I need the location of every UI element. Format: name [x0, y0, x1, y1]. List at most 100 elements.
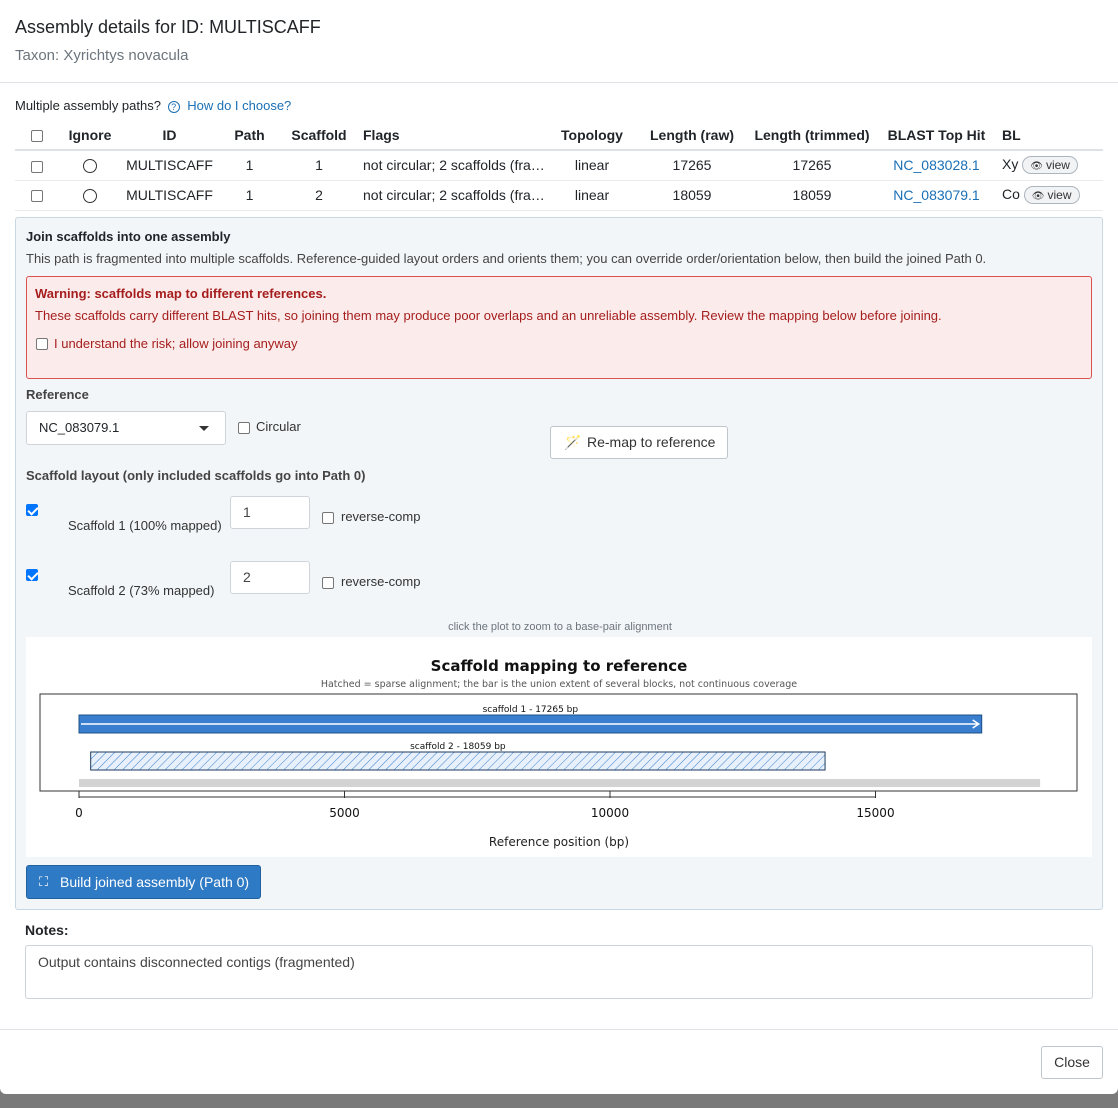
- modal-footer: Close: [0, 1029, 1118, 1093]
- reverse-comp-label: reverse-comp: [341, 574, 421, 589]
- table-row: MULTISCAFF 1 2 not circular; 2 scaffolds…: [15, 180, 1103, 211]
- blast-hit-link[interactable]: NC_083079.1: [893, 187, 979, 203]
- scaffold-order-input[interactable]: 1: [230, 496, 310, 529]
- length-trimmed-cell: 18059: [750, 180, 874, 211]
- reference-select[interactable]: NC_083079.1: [26, 411, 226, 445]
- allow-joining-checkbox[interactable]: [36, 338, 48, 350]
- x-tick-label: 5000: [329, 806, 360, 820]
- reference-select-value: NC_083079.1: [39, 420, 120, 435]
- scaffold-cell: 2: [281, 180, 357, 211]
- scaffold-label: Scaffold 1 (100% mapped): [68, 518, 222, 533]
- include-scaffold-checkbox[interactable]: [26, 504, 38, 516]
- view-button[interactable]: 👁 view: [1022, 156, 1078, 175]
- include-scaffold-checkbox[interactable]: [26, 569, 38, 581]
- how-do-i-choose-link[interactable]: How do I choose?: [187, 98, 291, 113]
- close-button[interactable]: Close: [1041, 1046, 1103, 1079]
- reference-warning: Warning: scaffolds map to different refe…: [26, 276, 1092, 379]
- join-title: Join scaffolds into one assembly: [26, 229, 231, 244]
- blast-hit-cell: NC_083028.1: [874, 150, 999, 181]
- row-select-checkbox[interactable]: [31, 160, 43, 173]
- x-axis-label: Reference position (bp): [489, 835, 629, 849]
- col-bl[interactable]: BL: [999, 120, 1103, 151]
- flags-cell: not circular; 2 scaffolds (fra…: [357, 180, 550, 211]
- scaffold-layout-title: Scaffold layout (only included scaffolds…: [26, 468, 366, 483]
- col-id[interactable]: ID: [121, 120, 218, 151]
- ignore-cell: [59, 180, 121, 211]
- scaffold-mapping-plot[interactable]: Scaffold mapping to reference Hatched = …: [26, 637, 1092, 857]
- allow-joining-label: I understand the risk; allow joining any…: [54, 336, 298, 351]
- blast-hit-link[interactable]: NC_083028.1: [893, 157, 979, 173]
- blast-hit-cell: NC_083079.1: [874, 180, 999, 211]
- mapping-chart-svg[interactable]: Scaffold mapping to reference Hatched = …: [26, 637, 1092, 857]
- plot-hint: click the plot to zoom to a base-pair al…: [448, 621, 672, 633]
- col-flags[interactable]: Flags: [357, 120, 550, 151]
- reverse-comp-checkbox[interactable]: [322, 512, 334, 524]
- bar-label: scaffold 2 - 18059 bp: [410, 742, 506, 752]
- reverse-comp-control[interactable]: reverse-comp: [322, 574, 420, 589]
- assembly-details-modal: Assembly details for ID: MULTISCAFF Taxo…: [0, 0, 1118, 1094]
- notes-label: Notes:: [25, 922, 69, 938]
- scaffold-row: Scaffold 1 (100% mapped) 1 reverse-comp: [26, 496, 526, 537]
- x-tick-label: 0: [75, 806, 83, 820]
- circular-checkbox[interactable]: [238, 422, 250, 434]
- multiple-paths-text: Multiple assembly paths?: [15, 98, 161, 113]
- x-tick-label: 10000: [591, 806, 629, 820]
- path-cell: 1: [218, 150, 281, 181]
- reverse-comp-control[interactable]: reverse-comp: [322, 509, 420, 524]
- col-blast-top-hit[interactable]: BLAST Top Hit: [874, 120, 999, 151]
- eye-icon: 👁: [1031, 191, 1045, 203]
- col-length-raw[interactable]: Length (raw): [634, 120, 750, 151]
- notes-textarea[interactable]: Output contains disconnected contigs (fr…: [25, 945, 1093, 999]
- view-button[interactable]: 👁 view: [1023, 186, 1080, 205]
- ignore-radio[interactable]: [83, 189, 97, 204]
- ignore-cell: [59, 150, 121, 181]
- select-all-cell: [15, 120, 59, 151]
- col-ignore[interactable]: Ignore: [59, 120, 121, 151]
- ignore-radio[interactable]: [83, 159, 97, 174]
- scaffold-order-input[interactable]: 2: [230, 561, 310, 594]
- modal-subtitle: Taxon: Xyrichtys novacula: [15, 47, 189, 64]
- allow-joining-control[interactable]: I understand the risk; allow joining any…: [36, 336, 298, 351]
- length-raw-cell: 17265: [634, 150, 750, 181]
- id-cell: MULTISCAFF: [121, 180, 218, 211]
- modal-header: Assembly details for ID: MULTISCAFF Taxo…: [0, 0, 1118, 83]
- topology-cell: linear: [550, 150, 634, 181]
- chart-subtitle: Hatched = sparse alignment; the bar is t…: [321, 679, 797, 690]
- scaffold-cell: 1: [281, 150, 357, 181]
- path-cell: 1: [218, 180, 281, 211]
- row-select-cell: [15, 180, 59, 211]
- assembly-paths-table: Ignore ID Path Scaffold Flags Topology L…: [15, 120, 1103, 211]
- reverse-comp-checkbox[interactable]: [322, 577, 334, 589]
- remap-label: Re-map to reference: [587, 434, 716, 450]
- warning-title: Warning: scaffolds map to different refe…: [35, 286, 327, 301]
- chart-title: Scaffold mapping to reference: [431, 657, 688, 675]
- eye-icon: 👁: [1030, 161, 1043, 173]
- build-joined-assembly-button[interactable]: ⛶ Build joined assembly (Path 0): [26, 865, 261, 899]
- magic-wand-icon: 🪄: [564, 434, 582, 450]
- col-path[interactable]: Path: [218, 120, 281, 151]
- multiple-paths-note: Multiple assembly paths? ? How do I choo…: [15, 98, 291, 113]
- select-all-checkbox[interactable]: [31, 129, 43, 142]
- id-cell: MULTISCAFF: [121, 150, 218, 181]
- circular-control[interactable]: Circular: [238, 419, 301, 434]
- col-topology[interactable]: Topology: [550, 120, 634, 151]
- table-header-row: Ignore ID Path Scaffold Flags Topology L…: [15, 120, 1103, 151]
- col-scaffold[interactable]: Scaffold: [281, 120, 357, 151]
- reference-track: [79, 779, 1041, 787]
- warning-text: These scaffolds carry different BLAST hi…: [35, 308, 942, 323]
- scaffold-label: Scaffold 2 (73% mapped): [68, 583, 215, 598]
- scaffold-bar[interactable]: [90, 751, 826, 771]
- question-circle-icon[interactable]: ?: [167, 101, 180, 113]
- caret-down-icon: [199, 426, 209, 431]
- row-select-checkbox[interactable]: [31, 190, 43, 203]
- col-length-trimmed[interactable]: Length (trimmed): [750, 120, 874, 151]
- length-raw-cell: 18059: [634, 180, 750, 211]
- remap-button[interactable]: 🪄 Re-map to reference: [550, 426, 728, 459]
- view-label: view: [1047, 188, 1072, 203]
- bl-text: Xy: [1002, 156, 1019, 173]
- reverse-comp-label: reverse-comp: [341, 509, 421, 524]
- bl-text: Co: [1002, 185, 1020, 202]
- topology-cell: linear: [550, 180, 634, 211]
- join-description: This path is fragmented into multiple sc…: [26, 251, 987, 266]
- build-label: Build joined assembly (Path 0): [60, 874, 250, 890]
